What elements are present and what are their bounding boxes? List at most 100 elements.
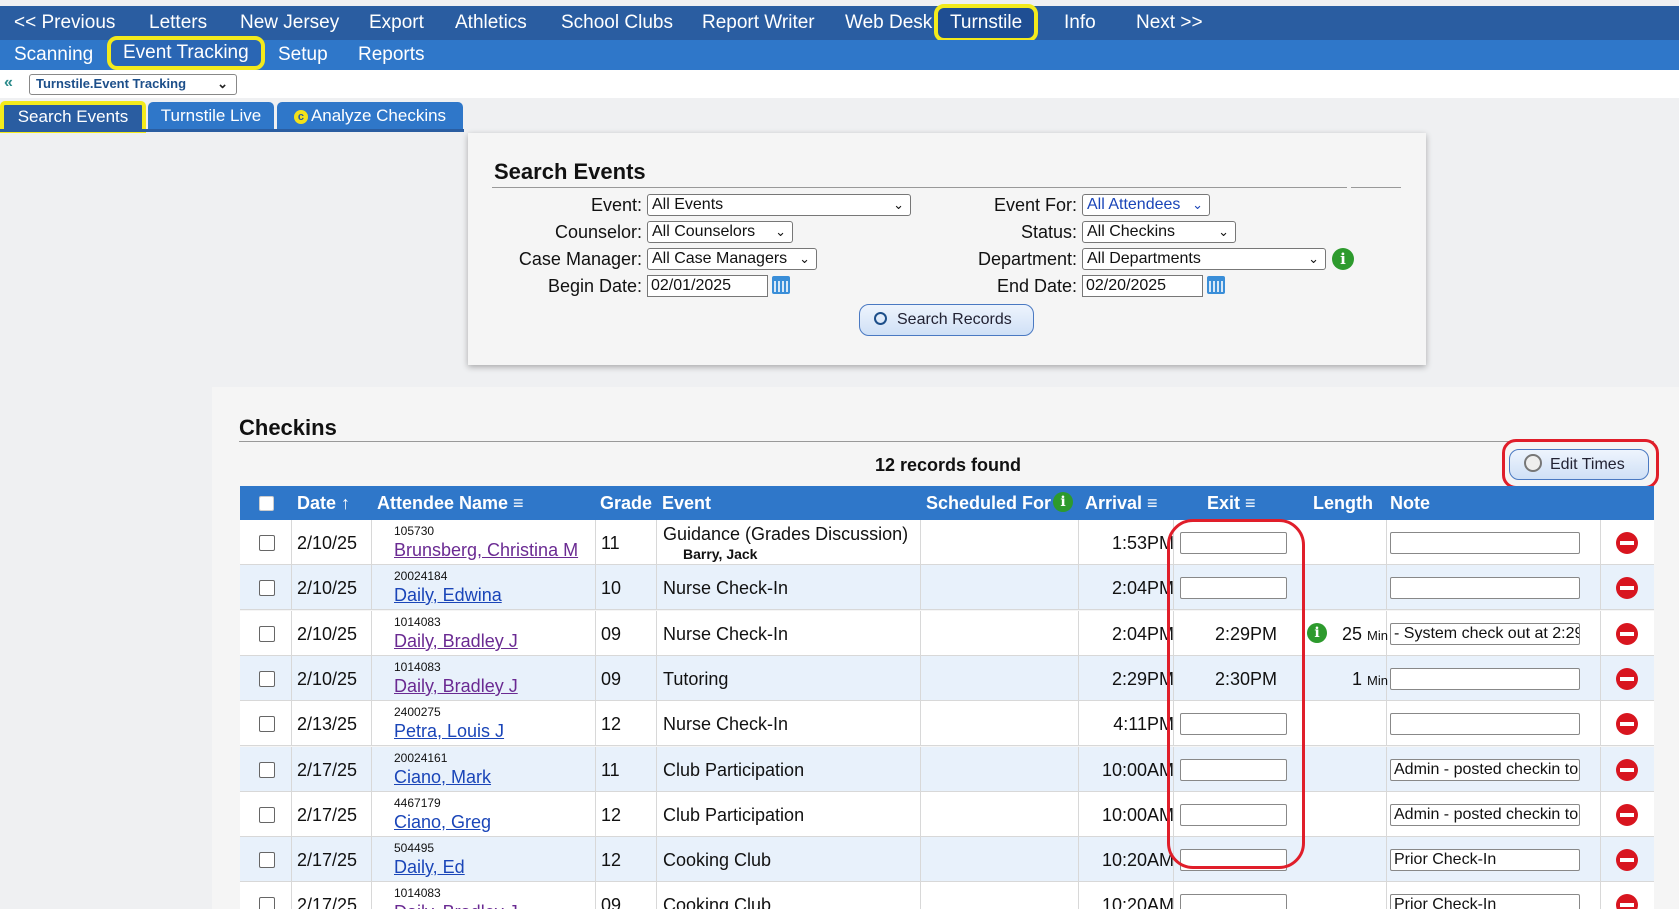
col-attendee-name[interactable]: Attendee Name ≡	[377, 486, 524, 520]
info-icon[interactable]: i	[1307, 623, 1327, 643]
row-attendee-link[interactable]: Daily, Bradley J	[394, 676, 518, 697]
note-input[interactable]	[1390, 577, 1580, 599]
row-checkbox[interactable]	[259, 580, 275, 596]
select-all-checkbox[interactable]	[259, 496, 274, 511]
col-divider	[595, 792, 596, 836]
calendar-icon[interactable]	[772, 276, 790, 294]
status-select[interactable]: All Checkins ⌄	[1082, 221, 1236, 243]
row-checkbox[interactable]	[259, 626, 275, 642]
row-attendee-link[interactable]: Ciano, Greg	[394, 812, 491, 833]
col-divider	[920, 656, 921, 700]
note-input[interactable]: Admin - posted checkin to p	[1390, 804, 1580, 826]
breadcrumb-select[interactable]: Turnstile.Event Tracking ⌄	[29, 74, 237, 95]
delete-icon[interactable]	[1616, 577, 1638, 599]
tab-analyze-checkins[interactable]: c Analyze Checkins	[277, 102, 463, 130]
row-attendee-link[interactable]: Daily, Bradley J	[394, 902, 518, 909]
row-checkbox[interactable]	[259, 762, 275, 778]
calendar-icon[interactable]	[1207, 276, 1225, 294]
row-checkbox[interactable]	[259, 716, 275, 732]
col-divider	[1600, 792, 1601, 836]
title-rule	[492, 187, 1347, 188]
event-select[interactable]: All Events ⌄	[647, 194, 911, 216]
col-exit[interactable]: Exit ≡	[1207, 486, 1256, 520]
exit-time-input[interactable]	[1180, 759, 1287, 781]
delete-icon[interactable]	[1616, 759, 1638, 781]
row-checkbox[interactable]	[259, 535, 275, 551]
row-checkbox[interactable]	[259, 807, 275, 823]
note-input[interactable]: Admin - posted checkin to p	[1390, 759, 1580, 781]
case-manager-select[interactable]: All Case Managers ⌄	[647, 248, 817, 270]
department-select[interactable]: All Departments ⌄	[1082, 248, 1326, 270]
info-icon[interactable]: i	[1332, 248, 1354, 270]
row-checkbox[interactable]	[259, 671, 275, 687]
col-date[interactable]: Date ↑	[297, 486, 350, 520]
subnav-setup[interactable]: Setup	[278, 40, 328, 70]
row-checkbox[interactable]	[259, 897, 275, 909]
table-row: 2/17/25 4467179 Ciano, Greg 12 Club Particip…	[240, 792, 1654, 837]
row-attendee-link[interactable]: Daily, Ed	[394, 857, 465, 878]
note-input[interactable]	[1390, 713, 1580, 735]
row-attendee-link[interactable]: Daily, Bradley J	[394, 631, 518, 652]
delete-icon[interactable]	[1616, 668, 1638, 690]
nav-report-writer[interactable]: Report Writer	[702, 6, 815, 40]
nav-new-jersey[interactable]: New Jersey	[240, 6, 339, 40]
exit-time-input[interactable]	[1180, 849, 1287, 871]
collapse-icon[interactable]: «	[4, 74, 13, 92]
exit-time-input[interactable]	[1180, 804, 1287, 826]
delete-icon[interactable]	[1616, 532, 1638, 554]
counselor-select[interactable]: All Counselors ⌄	[647, 221, 793, 243]
row-attendee-link[interactable]: Petra, Louis J	[394, 721, 504, 742]
note-input[interactable]	[1390, 532, 1580, 554]
col-event[interactable]: Event	[662, 486, 711, 520]
delete-icon[interactable]	[1616, 804, 1638, 826]
col-arrival[interactable]: Arrival ≡	[1085, 486, 1158, 520]
clock-icon	[1524, 454, 1542, 472]
row-attendee-link[interactable]: Ciano, Mark	[394, 767, 491, 788]
exit-time-input[interactable]	[1180, 577, 1287, 599]
nav-letters[interactable]: Letters	[149, 6, 207, 40]
delete-icon[interactable]	[1616, 849, 1638, 871]
note-input[interactable]	[1390, 668, 1580, 690]
nav-info[interactable]: Info	[1064, 6, 1096, 40]
col-divider	[371, 520, 372, 564]
nav-turnstile[interactable]: Turnstile	[934, 4, 1039, 42]
exit-time-input[interactable]	[1180, 532, 1287, 554]
col-length[interactable]: Length	[1313, 486, 1373, 520]
delete-icon[interactable]	[1616, 894, 1638, 909]
row-grade: 12	[601, 714, 622, 734]
note-input[interactable]: - System check out at 2:29	[1390, 623, 1580, 645]
nav-school-clubs[interactable]: School Clubs	[561, 6, 673, 40]
nav-athletics[interactable]: Athletics	[455, 6, 527, 40]
subnav-scanning[interactable]: Scanning	[14, 40, 93, 70]
subnav-event-tracking[interactable]: Event Tracking	[107, 36, 265, 70]
nav-web-desk[interactable]: Web Desk	[845, 6, 932, 40]
edit-times-button[interactable]: Edit Times	[1509, 449, 1649, 480]
search-records-button[interactable]: Search Records	[859, 304, 1034, 336]
note-input[interactable]: Prior Check-In	[1390, 894, 1580, 909]
col-divider	[291, 565, 292, 609]
exit-time-input[interactable]	[1180, 894, 1287, 909]
search-records-label: Search Records	[897, 311, 1012, 328]
begin-date-input[interactable]: 02/01/2025	[647, 275, 768, 297]
note-input[interactable]: Prior Check-In	[1390, 849, 1580, 871]
nav-export[interactable]: Export	[369, 6, 424, 40]
row-attendee-link[interactable]: Daily, Edwina	[394, 585, 502, 606]
end-date-input[interactable]: 02/20/2025	[1082, 275, 1203, 297]
delete-icon[interactable]	[1616, 713, 1638, 735]
tab-turnstile-live[interactable]: Turnstile Live	[148, 102, 274, 130]
col-grade[interactable]: Grade	[600, 486, 652, 520]
edit-times-label: Edit Times	[1550, 456, 1625, 473]
col-note[interactable]: Note	[1390, 486, 1430, 520]
col-scheduled-for[interactable]: Scheduled For	[926, 486, 1051, 520]
col-divider	[1386, 747, 1387, 791]
subnav-reports[interactable]: Reports	[358, 40, 425, 70]
nav-previous[interactable]: << Previous	[14, 6, 115, 40]
exit-time-input[interactable]	[1180, 713, 1287, 735]
nav-next[interactable]: Next >>	[1136, 6, 1203, 40]
delete-icon[interactable]	[1616, 623, 1638, 645]
row-checkbox[interactable]	[259, 852, 275, 868]
col-divider	[595, 747, 596, 791]
row-attendee-link[interactable]: Brunsberg, Christina M	[394, 540, 578, 561]
info-icon[interactable]: i	[1053, 492, 1073, 512]
event-for-select[interactable]: All Attendees ⌄	[1082, 194, 1210, 216]
